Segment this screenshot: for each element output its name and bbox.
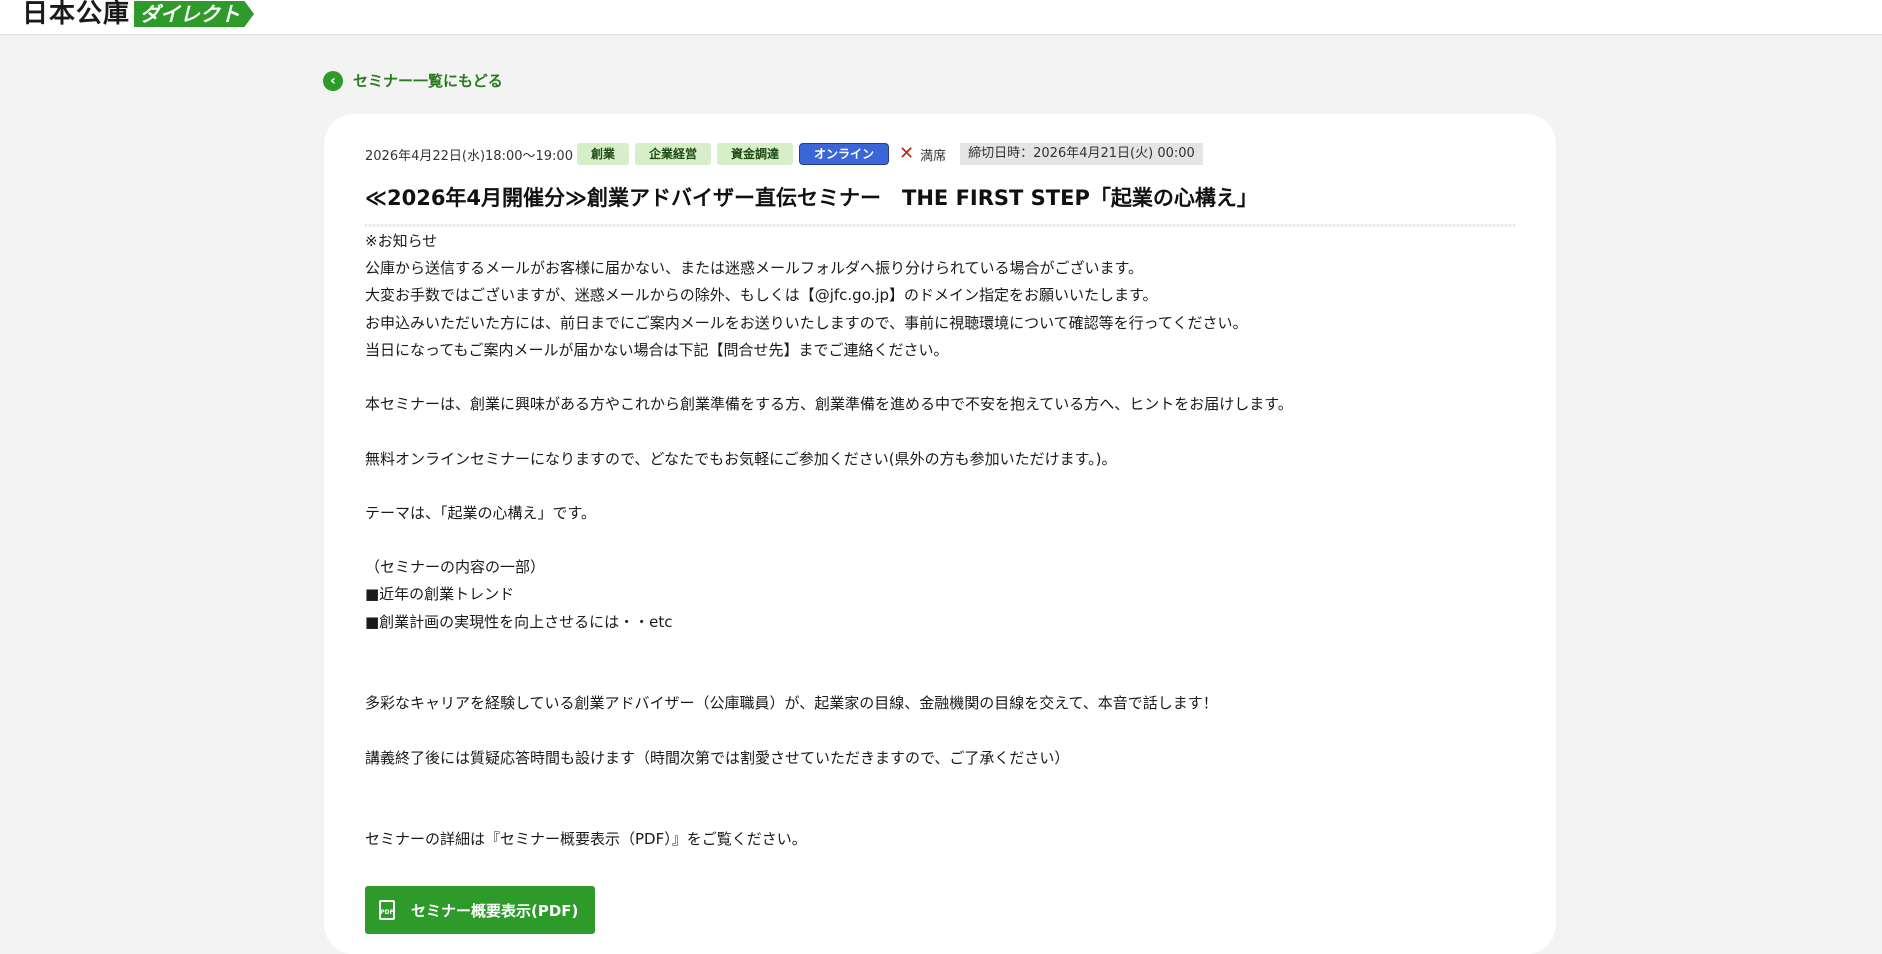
pdf-summary-button[interactable]: PDF セミナー概要表示(PDF) (365, 886, 595, 934)
tag-management: 企業経営 (634, 143, 711, 165)
chevron-left-icon: ‹ (323, 70, 343, 91)
body-line (365, 663, 1525, 690)
tag-founding: 創業 (576, 143, 629, 165)
body-line: テーマは、「起業の心構え」です。 (365, 503, 597, 522)
body-line: ■創業計画の実現性を向上させるには・・etc (365, 612, 673, 631)
body-line: ■近年の創業トレンド (365, 585, 515, 604)
body-line (365, 799, 1525, 826)
pdf-file-icon: PDF (379, 900, 395, 920)
body-line: ※お知らせ (365, 232, 438, 250)
close-icon: ✕ (899, 143, 915, 164)
body-line (365, 717, 1525, 744)
body-line: セミナーの詳細は『セミナー概要表示（PDF）』をご覧ください。 (365, 830, 807, 849)
logo[interactable]: 日本公庫 ダイレクト (22, 0, 255, 29)
seminar-title: ≪2026年4月開催分≫創業アドバイザー直伝セミナー THE FIRST STE… (365, 186, 1258, 210)
seminar-meta: 2026年4月22日(水)18:00〜19:00 創業 企業経営 資金調達 オン… (365, 143, 1203, 165)
logo-main-text: 日本公庫 (22, 0, 131, 29)
back-to-list-link[interactable]: ‹ セミナー一覧にもどる (323, 70, 503, 91)
body-line: お申込みいただいた方には、前日までにご案内メールをお送りいたしますので、事前に視… (365, 313, 1248, 332)
tag-online: オンライン (799, 143, 890, 165)
body-line (365, 636, 1525, 663)
back-link-label: セミナー一覧にもどる (353, 72, 503, 90)
body-line (365, 364, 1525, 391)
body-line: 大変お手数ではございますが、迷惑メールからの除外、もしくは【@jfc.go.jp… (365, 286, 1158, 305)
body-line (365, 772, 1525, 799)
deadline-badge: 締切日時：2026年4月21日(火) 00:00 (960, 143, 1203, 165)
status-full: 満席 (920, 148, 947, 164)
body-line: 多彩なキャリアを経験している創業アドバイザー（公庫職員）が、起業家の目線、金融機… (365, 694, 1218, 713)
body-line: （セミナーの内容の一部） (365, 558, 546, 577)
body-line: 当日になってもご案内メールが届かない場合は下記【問合せ先】までご連絡ください。 (365, 340, 949, 359)
body-line: 公庫から送信するメールがお客様に届かない、または迷惑メールフォルダへ振り分けられ… (365, 259, 1144, 278)
body-line (365, 473, 1525, 500)
body-line (365, 527, 1525, 554)
body-line: 無料オンラインセミナーになりますので、どなたでもお気軽にご参加ください(県外の方… (365, 449, 1117, 468)
seminar-description: ※お知らせ 公庫から送信するメールがお客様に届かない、または迷惑メールフォルダへ… (365, 228, 1525, 853)
pdf-button-label: セミナー概要表示(PDF) (411, 901, 579, 920)
body-line (365, 418, 1525, 445)
seminar-card: 2026年4月22日(水)18:00〜19:00 創業 企業経営 資金調達 オン… (324, 114, 1556, 954)
tag-funding: 資金調達 (717, 143, 794, 165)
logo-sub-text: ダイレクト (134, 1, 255, 27)
body-line: 本セミナーは、創業に興味がある方やこれから創業準備をする方、創業準備を進める中で… (365, 395, 1293, 414)
body-line: 講義終了後には質疑応答時間も設けます（時間次第では割愛させていただきますので、ご… (365, 748, 1070, 767)
seminar-date: 2026年4月22日(水)18:00〜19:00 (365, 148, 573, 164)
site-header: 日本公庫 ダイレクト (0, 0, 1882, 35)
title-divider (365, 224, 1515, 227)
